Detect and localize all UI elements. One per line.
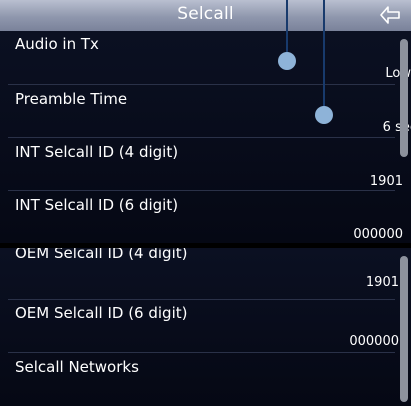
callout-line: [323, 0, 325, 107]
callout-line: [286, 0, 288, 52]
scrollbar[interactable]: [400, 256, 408, 402]
setting-label: Selcall Networks: [15, 358, 139, 376]
setting-row-oem-selcall-id-4[interactable]: OEM Selcall ID (4 digit) 1901: [0, 248, 411, 299]
setting-label: Preamble Time: [15, 90, 128, 108]
title-bar: Selcall: [0, 0, 411, 32]
page-title: Selcall: [177, 4, 234, 24]
setting-row-preamble-time[interactable]: Preamble Time 6 sec: [0, 84, 411, 137]
touch-point-marker: [278, 52, 296, 70]
back-arrow-icon: [380, 6, 400, 24]
selcall-settings-list-scrolled: OEM Selcall ID (4 digit) 1901 OEM Selcal…: [0, 248, 411, 406]
setting-label: Audio in Tx: [15, 35, 99, 53]
setting-label: OEM Selcall ID (6 digit): [15, 304, 188, 322]
setting-row-int-selcall-id-6[interactable]: INT Selcall ID (6 digit) 000000: [0, 190, 411, 243]
setting-label: INT Selcall ID (6 digit): [15, 196, 179, 214]
setting-row-int-selcall-id-4[interactable]: INT Selcall ID (4 digit) 1901: [0, 137, 411, 190]
setting-label: OEM Selcall ID (4 digit): [15, 248, 188, 262]
setting-value: 1901: [369, 174, 403, 189]
selcall-settings-list: Audio in Tx Low Preamble Time 6 sec INT …: [0, 31, 411, 243]
row-divider: [8, 299, 395, 300]
setting-row-oem-selcall-id-6[interactable]: OEM Selcall ID (6 digit) 000000: [0, 299, 411, 352]
scrollbar[interactable]: [400, 39, 408, 157]
setting-value: 000000: [353, 227, 403, 242]
setting-label: INT Selcall ID (4 digit): [15, 143, 179, 161]
setting-row-selcall-networks[interactable]: Selcall Networks: [0, 352, 411, 406]
setting-row-audio-in-tx[interactable]: Audio in Tx Low: [0, 31, 411, 84]
row-divider: [8, 84, 395, 85]
row-divider: [8, 190, 395, 191]
touch-point-marker: [315, 106, 333, 124]
setting-value: 000000: [349, 334, 399, 349]
row-divider: [8, 137, 395, 138]
setting-value: 1901: [365, 275, 399, 290]
back-button[interactable]: [378, 4, 402, 26]
row-divider: [8, 352, 395, 353]
